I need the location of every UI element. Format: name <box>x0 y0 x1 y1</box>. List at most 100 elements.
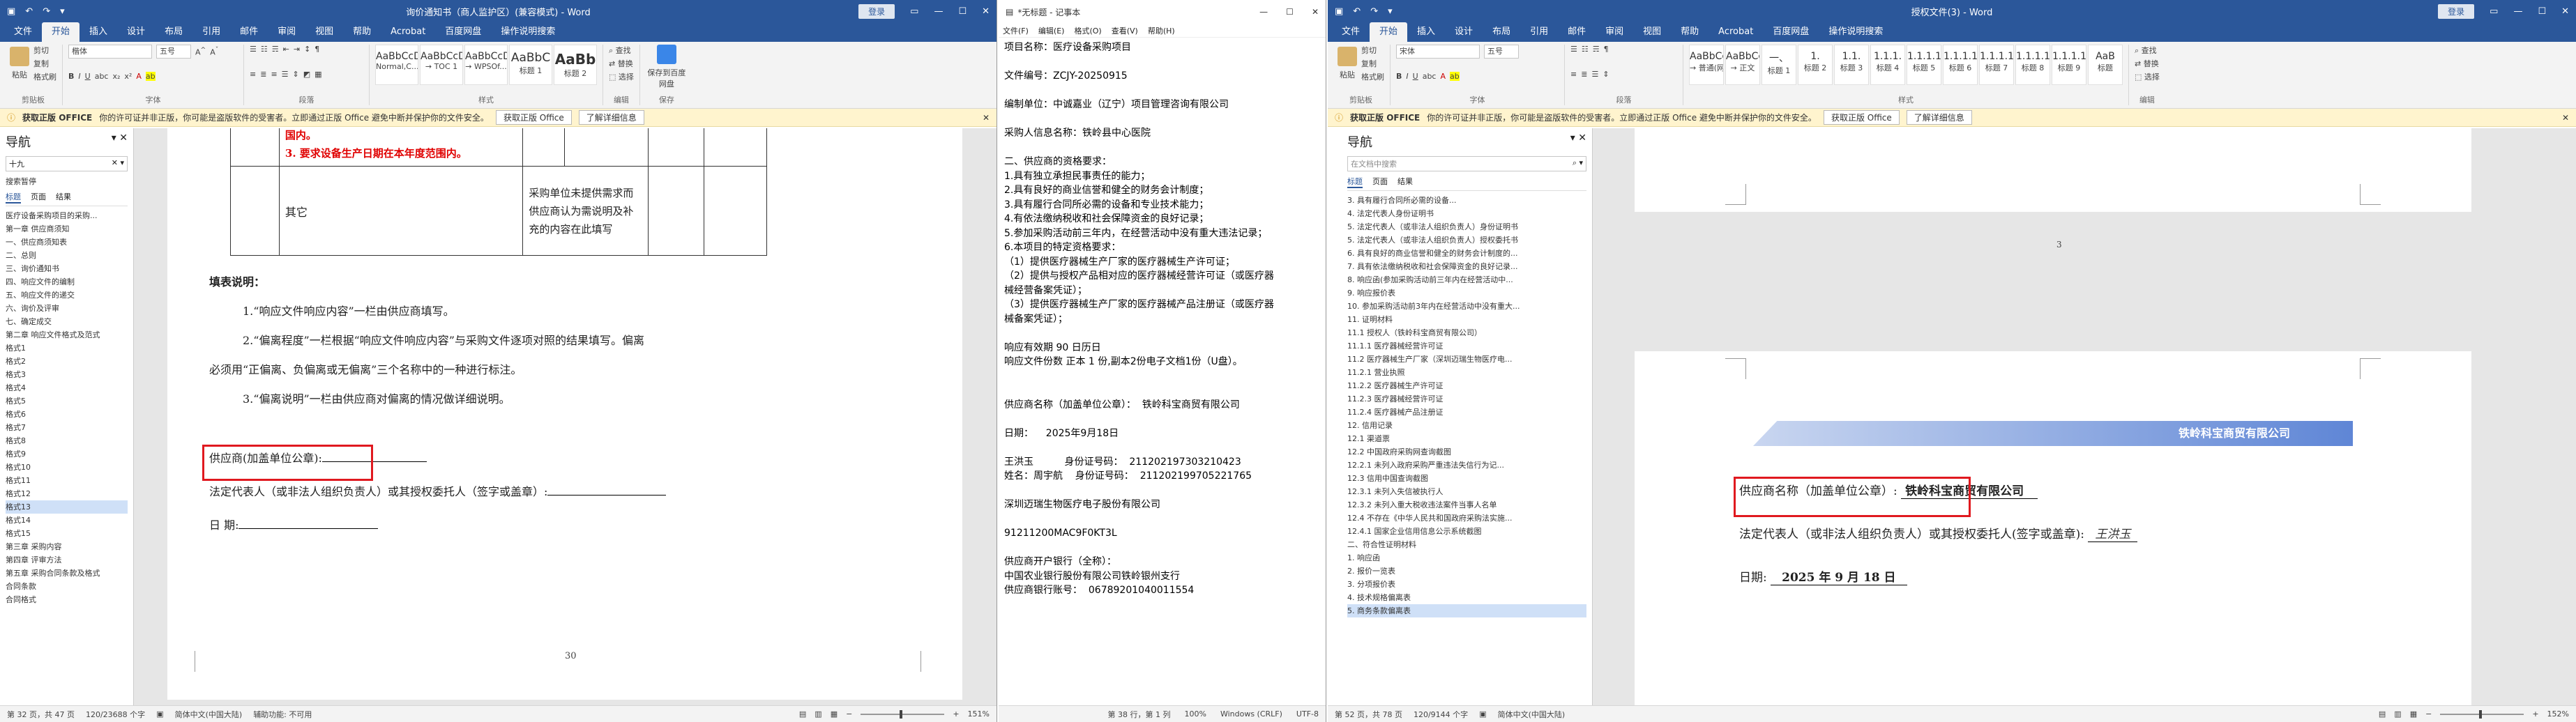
nav-heading-item[interactable]: 第一章 供应商须知 <box>6 222 128 236</box>
nav-heading-item[interactable]: 12.4 不存在《中华人民共和国政府采购法实施... <box>1347 512 1586 525</box>
subscript-icon[interactable]: x₂ <box>112 72 120 81</box>
nav-heading-item[interactable]: 格式13 <box>6 500 128 514</box>
nav-tab-headings[interactable]: 标题 <box>1347 176 1363 188</box>
get-office-button[interactable]: 获取正版 Office <box>1823 110 1900 125</box>
nav-heading-item[interactable]: 11.2.3 医疗器械经营许可证 <box>1347 392 1586 406</box>
zoom-slider[interactable] <box>2440 709 2524 719</box>
nav-heading-item[interactable]: 1. 响应函 <box>1347 551 1586 564</box>
minimize-button[interactable]: — <box>934 6 943 17</box>
nav-heading-item[interactable]: 二、符合性证明材料 <box>1347 538 1586 551</box>
borders-icon[interactable]: ▦ <box>315 70 321 79</box>
nav-heading-item[interactable]: 12. 信用记录 <box>1347 419 1586 432</box>
style-gallery-item[interactable]: AaBbCcDd→ TOC 1 <box>420 45 463 85</box>
sort-icon[interactable]: ↕ <box>304 45 310 54</box>
cut-button[interactable]: 剪切 <box>1361 45 1384 56</box>
nav-heading-item[interactable]: 七、确定成交 <box>6 315 128 328</box>
tab-file[interactable]: 文件 <box>4 22 42 42</box>
zoom-out-icon[interactable]: − <box>846 709 852 719</box>
tab-layout[interactable]: 布局 <box>155 22 192 42</box>
nav-heading-item[interactable]: 合同格式 <box>6 593 128 606</box>
style-gallery-item[interactable]: 1.1.1.1 标题 5 <box>1907 45 1941 85</box>
nav-tab-pages[interactable]: 页面 <box>31 191 46 203</box>
nav-heading-item[interactable]: 格式1 <box>6 341 128 355</box>
menu-help[interactable]: 帮助(H) <box>1148 25 1175 36</box>
nav-heading-item[interactable]: 11.2.4 医疗器械产品注册证 <box>1347 406 1586 419</box>
focus-icon[interactable]: ▤ <box>799 709 806 719</box>
line-spacing-icon[interactable]: ⇕ <box>293 70 299 79</box>
nav-heading-item[interactable]: 11. 证明材料 <box>1347 313 1586 326</box>
nav-heading-item[interactable]: 格式12 <box>6 487 128 500</box>
decrease-indent-icon[interactable]: ⇤ <box>283 45 289 54</box>
bullets-icon[interactable]: ☰ <box>250 45 257 54</box>
nav-heading-item[interactable]: 格式7 <box>6 421 128 434</box>
strikethrough-icon[interactable]: abc <box>95 72 109 81</box>
menu-edit[interactable]: 编辑(E) <box>1038 25 1065 36</box>
close-button[interactable]: ✕ <box>982 6 990 17</box>
nav-heading-item[interactable]: 12.3.1 未列入失信被执行人 <box>1347 485 1586 498</box>
multilevel-icon[interactable]: ☴ <box>272 45 279 54</box>
tell-me-search[interactable]: 操作说明搜索 <box>1819 22 1893 42</box>
nav-heading-item[interactable]: 二、总则 <box>6 249 128 262</box>
nav-close-icon[interactable]: ▾ ✕ <box>112 132 128 151</box>
tab-layout[interactable]: 布局 <box>1483 22 1520 42</box>
language[interactable]: 简体中文(中国大陆) <box>1498 709 1566 720</box>
tab-file[interactable]: 文件 <box>1332 22 1370 42</box>
tab-insert[interactable]: 插入 <box>79 22 117 42</box>
tab-help[interactable]: 帮助 <box>343 22 381 42</box>
nav-heading-item[interactable]: 12.3 信用中国查询截图 <box>1347 472 1586 485</box>
nav-heading-item[interactable]: 12.1 渠道票 <box>1347 432 1586 445</box>
style-gallery-item[interactable]: 1. 标题 2 <box>1798 45 1833 85</box>
multilevel-icon[interactable]: ☴ <box>1593 45 1600 54</box>
undo-icon[interactable]: ↶ <box>25 6 33 17</box>
nav-heading-item[interactable]: 格式6 <box>6 408 128 421</box>
tab-acrobat[interactable]: Acrobat <box>1709 22 1763 42</box>
undo-icon[interactable]: ↶ <box>1353 6 1361 17</box>
align-center-icon[interactable]: ≣ <box>260 70 266 79</box>
menu-format[interactable]: 格式(O) <box>1074 25 1101 36</box>
nav-heading-item[interactable]: 3. 具有履行合同所必需的设备... <box>1347 194 1586 207</box>
zoom-out-icon[interactable]: − <box>2425 709 2432 719</box>
tab-acrobat[interactable]: Acrobat <box>381 22 435 42</box>
justify-icon[interactable]: ☰ <box>282 70 289 79</box>
style-gallery-item[interactable]: 1.1. 标题 3 <box>1834 45 1869 85</box>
ribbon-display-icon[interactable]: ▭ <box>910 6 918 17</box>
nav-heading-item[interactable]: 11.2 医疗器械生产厂家（深圳迈瑞生物医疗电... <box>1347 353 1586 366</box>
customize-qat-icon[interactable]: ▾ <box>60 6 65 17</box>
nav-heading-item[interactable]: 三、询价通知书 <box>6 262 128 275</box>
italic-icon[interactable]: I <box>1406 72 1408 81</box>
nav-heading-item[interactable]: 12.2.1 未列入政府采购严重违法失信行为记... <box>1347 459 1586 472</box>
nav-heading-item[interactable]: 合同条款 <box>6 580 128 593</box>
zoom-in-icon[interactable]: + <box>2532 709 2538 719</box>
style-gallery-item[interactable]: 1.1.1. 标题 4 <box>1870 45 1905 85</box>
proofing-icon[interactable]: ▣ <box>156 709 163 719</box>
bold-icon[interactable]: B <box>68 72 74 81</box>
nav-heading-item[interactable]: 2. 报价一览表 <box>1347 564 1586 578</box>
minimize-button[interactable]: — <box>2513 6 2522 17</box>
paste-button[interactable]: 粘贴 <box>10 47 29 80</box>
tab-insert[interactable]: 插入 <box>1407 22 1445 42</box>
clear-search-icon[interactable]: ✕ ▾ <box>112 158 124 169</box>
font-name-combo[interactable]: 楷体 <box>68 45 152 59</box>
replace-button[interactable]: ⇄ 替换 <box>609 58 634 69</box>
page-count[interactable]: 第 52 页，共 78 页 <box>1335 709 1402 720</box>
customize-qat-icon[interactable]: ▾ <box>1388 6 1393 17</box>
nav-heading-item[interactable]: 格式14 <box>6 514 128 527</box>
tab-home[interactable]: 开始 <box>42 22 80 42</box>
tab-mailings[interactable]: 邮件 <box>230 22 268 42</box>
tab-references[interactable]: 引用 <box>1520 22 1558 42</box>
style-gallery-item[interactable]: 1.1.1.1.1标题 6 <box>1943 45 1978 85</box>
style-gallery-item[interactable]: AaBb 标题 2 <box>554 45 597 85</box>
nav-heading-item[interactable]: 11.1 授权人（铁岭科宝商贸有限公司） <box>1347 326 1586 339</box>
zoom-level[interactable]: 151% <box>968 709 990 719</box>
save-baidu-button[interactable]: 保存到百度网盘 <box>646 45 688 89</box>
align-left-icon[interactable]: ≡ <box>250 70 256 79</box>
tell-me-search[interactable]: 操作说明搜索 <box>491 22 565 42</box>
shading-icon[interactable]: ◩ <box>303 70 310 79</box>
style-gallery-item[interactable]: 1.1.1.1.1标题 7 <box>1979 45 2014 85</box>
paste-button[interactable]: 粘贴 <box>1338 47 1357 80</box>
learn-more-button[interactable]: 了解详细信息 <box>1906 110 1972 125</box>
nav-heading-item[interactable]: 3. 分项报价表 <box>1347 578 1586 591</box>
nav-heading-item[interactable]: 11.2.2 医疗器械生产许可证 <box>1347 379 1586 392</box>
nav-heading-item[interactable]: 7. 具有依法缴纳税收和社会保障资金的良好记录... <box>1347 260 1586 273</box>
menu-file[interactable]: 文件(F) <box>1003 25 1029 36</box>
